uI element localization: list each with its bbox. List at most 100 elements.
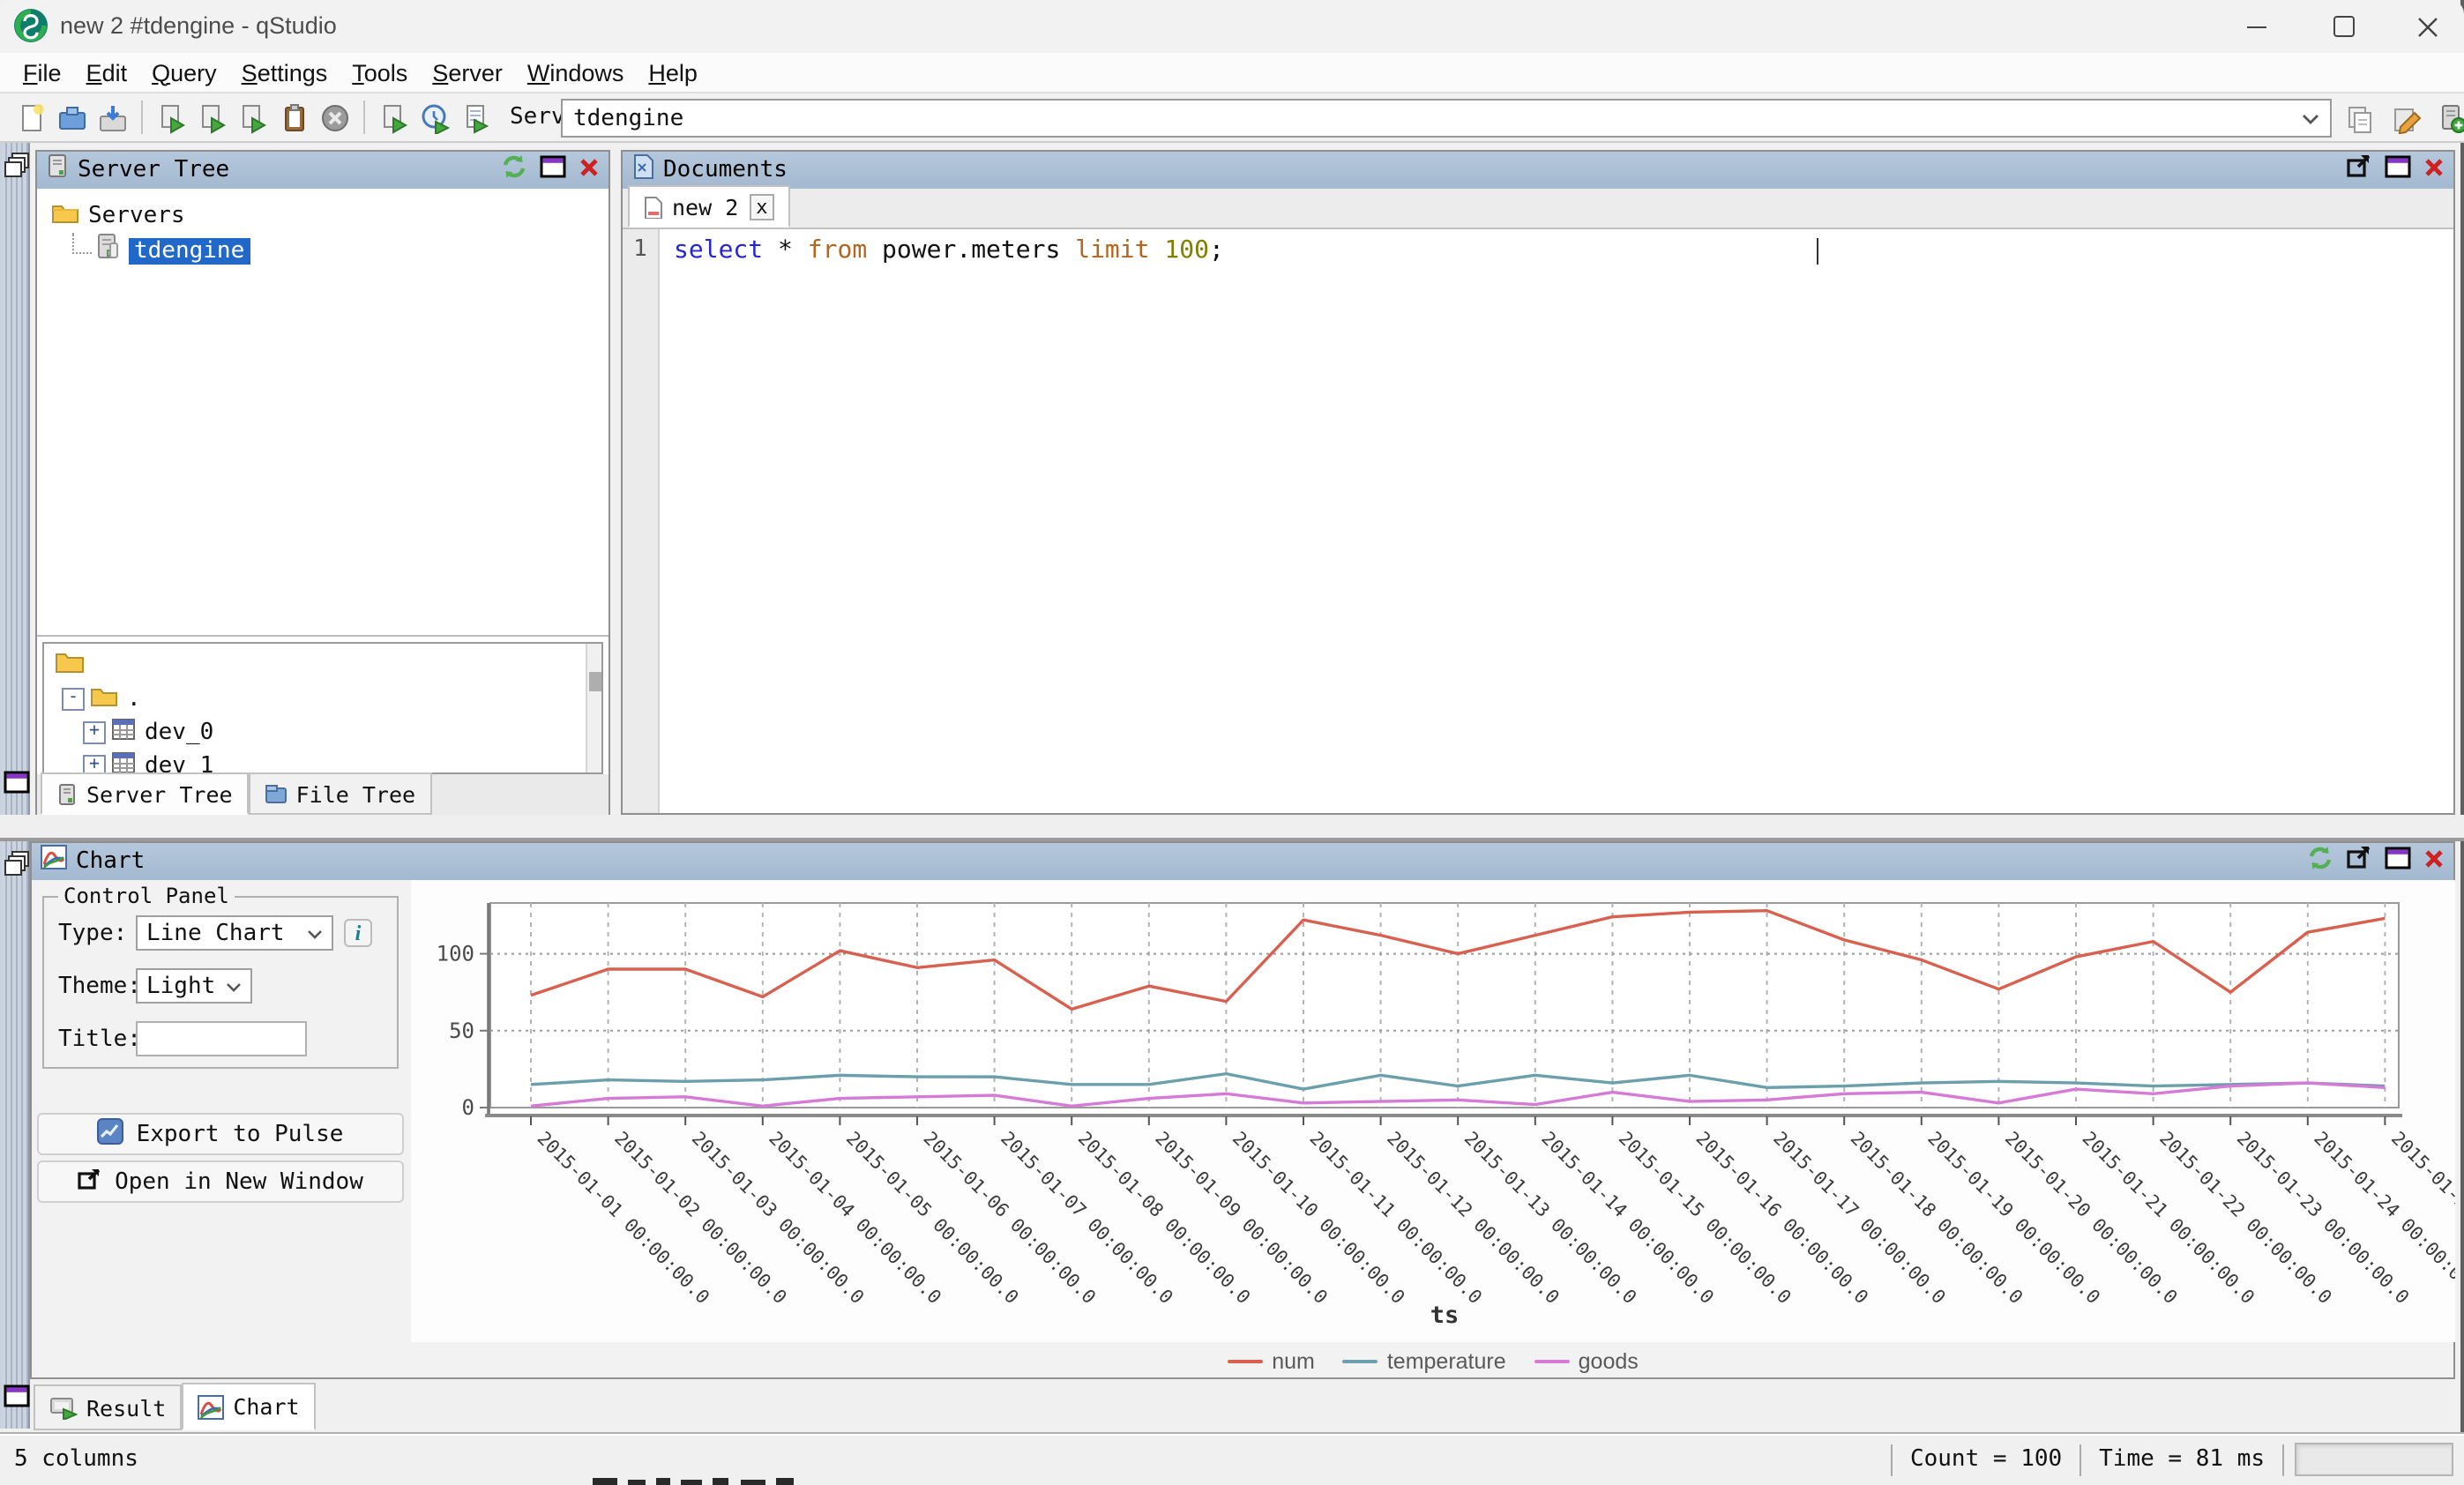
server-tree: Servers tdengine: [37, 189, 609, 637]
tree-node-tdengine[interactable]: tdengine: [72, 235, 609, 266]
tab-close-button[interactable]: x: [749, 193, 774, 220]
menu-query[interactable]: Query: [139, 56, 229, 89]
menu-server[interactable]: Server: [420, 56, 515, 89]
watched-query-icon[interactable]: [416, 99, 453, 136]
restore-window-icon[interactable]: [4, 771, 32, 804]
app-logo-icon: [12, 7, 49, 53]
sql-token: limit: [1075, 236, 1149, 265]
svg-text:0: 0: [462, 1095, 474, 1120]
horizontal-splitter[interactable]: [0, 815, 2464, 841]
menu-file[interactable]: File: [11, 56, 74, 89]
close-panel-icon[interactable]: [579, 154, 600, 186]
menu-help[interactable]: Help: [636, 56, 710, 89]
sql-token: from: [808, 236, 867, 265]
tab-label: new 2: [672, 193, 738, 220]
open-in-new-window-button[interactable]: Open in New Window: [37, 1160, 404, 1203]
type-label: Type:: [58, 921, 127, 947]
open-file-icon[interactable]: [53, 99, 90, 136]
chart-panel: Chart Control Panel Type: Line Chart i T…: [30, 841, 2455, 1379]
chart-info-button[interactable]: i: [344, 919, 372, 947]
save-icon[interactable]: [93, 99, 131, 136]
control-panel-groupbox: Control Panel Type: Line Chart i Theme: …: [42, 896, 399, 1069]
tree-connector: [72, 233, 92, 254]
maximize-button[interactable]: [2307, 0, 2381, 53]
open-in-new-window-icon[interactable]: [2346, 845, 2372, 878]
send-query-icon[interactable]: [376, 99, 413, 136]
legend-item-temperature: temperature: [1343, 1349, 1506, 1374]
tab-file-tree[interactable]: File Tree: [249, 772, 431, 815]
tab-result[interactable]: Result: [34, 1384, 182, 1430]
scratchpad-icon[interactable]: [457, 99, 494, 136]
tree-node-servers[interactable]: Servers: [51, 199, 609, 231]
chevron-down-icon: [226, 973, 242, 999]
edit-server-icon[interactable]: [2386, 99, 2423, 136]
cancel-query-icon[interactable]: [316, 99, 353, 136]
sql-token: power.meters: [867, 236, 1075, 265]
background-artifact: [713, 1478, 728, 1485]
server-select-value: tdengine: [573, 105, 683, 131]
expand-toggle[interactable]: +: [83, 720, 106, 743]
clipboard-icon[interactable]: [275, 99, 312, 136]
button-label: Export to Pulse: [137, 1121, 344, 1147]
chart-title-input[interactable]: [136, 1021, 307, 1056]
menu-edit[interactable]: Edit: [74, 56, 140, 89]
panel-title: Chart: [76, 848, 145, 875]
maximize-panel-icon[interactable]: [540, 154, 566, 186]
new-file-icon[interactable]: [12, 99, 49, 136]
background-artifact: [741, 1480, 765, 1485]
add-server-icon[interactable]: [2432, 99, 2464, 136]
chart-legend: numtemperaturegoods: [411, 1347, 2455, 1376]
close-button[interactable]: [2390, 0, 2464, 53]
export-to-pulse-button[interactable]: Export to Pulse: [37, 1113, 404, 1155]
run-line-icon[interactable]: [194, 99, 231, 136]
scrollbar[interactable]: [586, 644, 601, 772]
open-in-new-window-icon[interactable]: [2346, 153, 2372, 187]
status-columns: 5 columns: [14, 1446, 138, 1473]
chart-icon: [41, 845, 67, 878]
tab-label: Server Tree: [86, 780, 233, 807]
type-select[interactable]: Line Chart: [136, 915, 333, 951]
tab-server-tree[interactable]: Server Tree: [41, 772, 249, 815]
chevron-down-icon: [307, 920, 323, 946]
run-query-icon[interactable]: [153, 99, 190, 136]
window-stack-icon[interactable]: [4, 152, 32, 189]
theme-select[interactable]: Light: [136, 968, 252, 1004]
menu-settings[interactable]: Settings: [229, 56, 340, 89]
menu-windows[interactable]: Windows: [515, 56, 637, 89]
folder-label: .: [127, 685, 141, 712]
svg-text:50: 50: [449, 1019, 474, 1043]
panel-title: Server Tree: [78, 157, 229, 183]
close-panel-icon[interactable]: [2423, 846, 2445, 877]
legend-label: goods: [1579, 1349, 1639, 1374]
window-title: new 2 #tdengine - qStudio: [60, 12, 337, 39]
restore-window-icon[interactable]: [4, 1384, 32, 1418]
maximize-panel-icon[interactable]: [2385, 154, 2411, 186]
tab-chart[interactable]: Chart: [182, 1383, 315, 1430]
left-tab-bar: Server Tree File Tree: [37, 774, 609, 815]
folder-icon: [55, 649, 85, 681]
copy-server-icon[interactable]: [2341, 99, 2378, 136]
refresh-icon[interactable]: [501, 153, 527, 188]
line-number-gutter: 1: [623, 229, 660, 813]
server-select[interactable]: tdengine: [561, 99, 2332, 138]
window-stack-icon[interactable]: [4, 850, 32, 887]
collapse-toggle[interactable]: -: [62, 687, 85, 710]
sql-editor[interactable]: 1 select * from power.meters limit 100;: [623, 229, 2453, 813]
minimize-button[interactable]: [2219, 0, 2293, 53]
button-label: Open in New Window: [115, 1168, 363, 1195]
menu-tools[interactable]: Tools: [340, 56, 420, 89]
legend-swatch: [1534, 1360, 1570, 1364]
table-icon: [111, 717, 136, 747]
file-tree-table-row[interactable]: + dev_0: [83, 716, 601, 748]
tab-new2[interactable]: new 2 x: [628, 185, 791, 228]
file-tree-dot-folder[interactable]: - .: [62, 683, 601, 714]
status-count: Count = 100: [1893, 1446, 2079, 1473]
file-tree-root[interactable]: [55, 649, 601, 681]
chevron-down-icon: [2302, 105, 2319, 131]
scrollbar-thumb[interactable]: [589, 672, 601, 691]
status-bar: 5 columns Count = 100 Time = 81 ms: [0, 1432, 2464, 1485]
refresh-icon[interactable]: [2307, 844, 2333, 879]
close-panel-icon[interactable]: [2423, 154, 2445, 186]
run-selection-icon[interactable]: [235, 99, 272, 136]
maximize-panel-icon[interactable]: [2385, 846, 2411, 877]
